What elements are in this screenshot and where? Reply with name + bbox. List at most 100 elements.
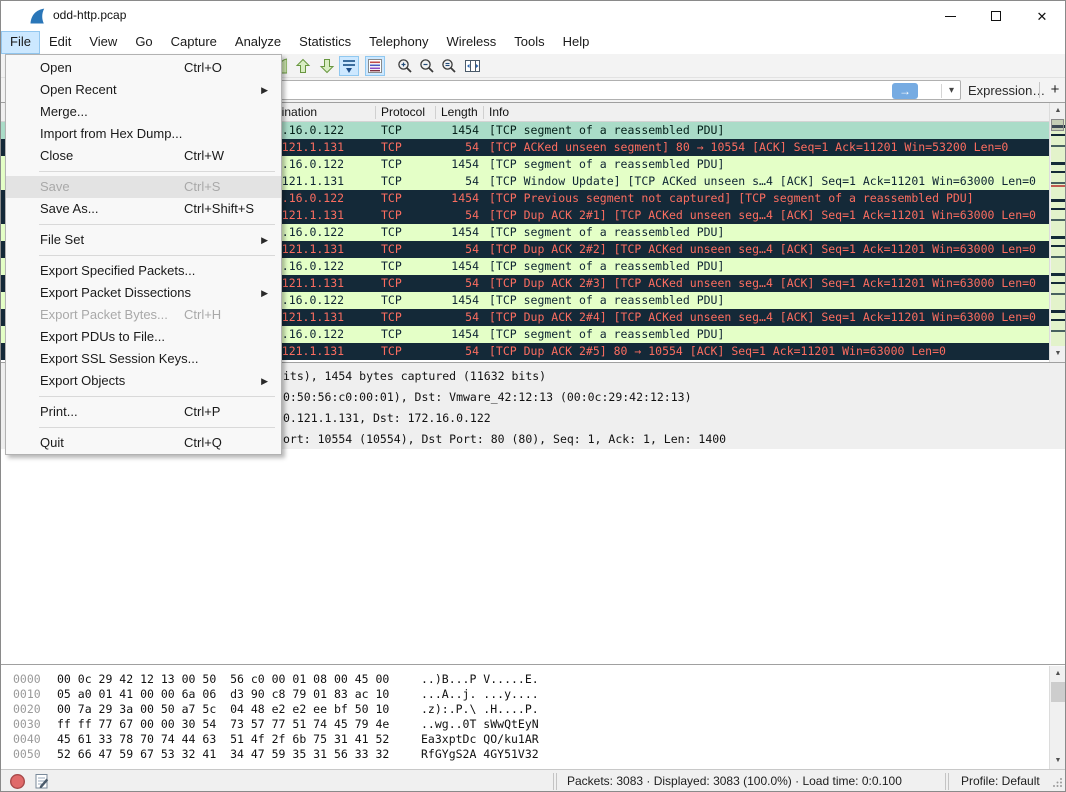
minimap-mark <box>1051 185 1065 187</box>
menu-item-label: Save As... <box>40 198 99 220</box>
cell-info: [TCP ACKed unseen segment] 80 → 10554 [A… <box>489 139 1050 156</box>
menu-wireless[interactable]: Wireless <box>437 31 505 54</box>
column-separator <box>375 106 376 119</box>
column-header-info[interactable]: Info <box>489 105 509 119</box>
cell-info: [TCP segment of a reassembled PDU] <box>489 156 1050 173</box>
menu-file[interactable]: File <box>1 31 40 54</box>
submenu-arrow-icon: ▶ <box>261 370 268 392</box>
title-bar: odd-http.pcap ✕ <box>1 1 1065 31</box>
profile-button[interactable]: Profile: Default <box>961 774 1040 788</box>
auto-scroll-icon[interactable] <box>339 56 359 76</box>
submenu-arrow-icon: ▶ <box>261 282 268 304</box>
menu-item-quit[interactable]: QuitCtrl+Q <box>6 432 281 454</box>
cell-info: [TCP segment of a reassembled PDU] <box>489 326 1050 343</box>
menu-item-export-specified-packets[interactable]: Export Specified Packets... <box>6 260 281 282</box>
scroll-down-icon[interactable]: ▼ <box>1050 346 1065 362</box>
hex-row[interactable]: 000000 0c 29 42 12 13 00 50 56 c0 00 01 … <box>1 672 1050 687</box>
menu-help[interactable]: Help <box>554 31 599 54</box>
add-filter-button[interactable]: + <box>1047 80 1063 100</box>
status-separator <box>945 773 949 790</box>
menu-item-open[interactable]: OpenCtrl+O <box>6 57 281 79</box>
cell-length: 1454 <box>431 326 479 343</box>
maximize-icon[interactable] <box>973 1 1019 31</box>
menu-go[interactable]: Go <box>126 31 161 54</box>
colorize-icon[interactable] <box>365 56 385 76</box>
menu-item-label: Export SSL Session Keys... <box>40 348 198 370</box>
menu-statistics[interactable]: Statistics <box>290 31 360 54</box>
cell-protocol: TCP <box>381 224 402 241</box>
column-header-protocol[interactable]: Protocol <box>381 105 425 119</box>
menu-item-export-packet-dissections[interactable]: Export Packet Dissections▶ <box>6 282 281 304</box>
menu-telephony[interactable]: Telephony <box>360 31 437 54</box>
cell-length: 1454 <box>431 292 479 309</box>
menu-item-print[interactable]: Print...Ctrl+P <box>6 401 281 423</box>
cell-info: [TCP Dup ACK 2#4] [TCP ACKed unseen seg…… <box>489 309 1050 326</box>
hex-bytes: 00 0c 29 42 12 13 00 50 56 c0 00 01 08 0… <box>57 672 389 687</box>
menu-view[interactable]: View <box>80 31 126 54</box>
expression-button[interactable]: Expression… <box>968 83 1045 98</box>
cell-length: 54 <box>431 275 479 292</box>
cell-length: 54 <box>431 309 479 326</box>
menu-item-export-packet-bytes: Export Packet Bytes...Ctrl+H <box>6 304 281 326</box>
scroll-thumb[interactable] <box>1051 682 1065 702</box>
menu-item-save-as[interactable]: Save As...Ctrl+Shift+S <box>6 198 281 220</box>
cell-protocol: TCP <box>381 122 402 139</box>
resize-grip[interactable] <box>1052 777 1063 791</box>
packet-list-scrollbar[interactable]: ▲ ▼ <box>1049 103 1065 362</box>
menu-item-import-from-hex-dump[interactable]: Import from Hex Dump... <box>6 123 281 145</box>
menu-item-export-pdus-to-file[interactable]: Export PDUs to File... <box>6 326 281 348</box>
hex-scrollbar[interactable]: ▲ ▼ <box>1049 666 1065 770</box>
column-header-length[interactable]: Length <box>441 105 478 119</box>
hex-offset: 0030 <box>13 717 41 732</box>
hex-row[interactable]: 001005 a0 01 41 00 00 6a 06 d3 90 c8 79 … <box>1 687 1050 702</box>
menu-item-export-objects[interactable]: Export Objects▶ <box>6 370 281 392</box>
cell-info: [TCP Dup ACK 2#2] [TCP ACKed unseen seg…… <box>489 241 1050 258</box>
expert-info-icon[interactable] <box>9 773 26 790</box>
menu-item-label: Save <box>40 176 70 198</box>
resize-columns-icon[interactable] <box>462 56 482 76</box>
intelligent-scrollbar-minimap[interactable] <box>1051 119 1065 346</box>
menu-item-file-set[interactable]: File Set ▶ <box>6 229 281 251</box>
menu-edit[interactable]: Edit <box>40 31 80 54</box>
menu-item-label: File Set <box>40 229 84 251</box>
detail-tree-row[interactable]: 0.121.1.131, Dst: 172.16.0.122 <box>283 408 491 429</box>
zoom-out-icon[interactable] <box>417 56 437 76</box>
hex-row[interactable]: 002000 7a 29 3a 00 50 a7 5c 04 48 e2 e2 … <box>1 702 1050 717</box>
menu-item-shortcut: Ctrl+S <box>184 176 220 198</box>
minimize-icon[interactable] <box>927 1 973 31</box>
submenu-arrow-icon: ▶ <box>261 229 268 251</box>
apply-filter-icon[interactable]: → <box>892 83 918 99</box>
hex-row[interactable]: 0030ff ff 77 67 00 00 30 54 73 57 77 51 … <box>1 717 1050 732</box>
capture-comment-icon[interactable] <box>33 773 50 790</box>
menu-item-export-ssl-session-keys[interactable]: Export SSL Session Keys... <box>6 348 281 370</box>
cell-protocol: TCP <box>381 343 402 360</box>
detail-tree-row[interactable]: its), 1454 bytes captured (11632 bits) <box>283 366 546 387</box>
menu-capture[interactable]: Capture <box>162 31 226 54</box>
go-last-packet-icon[interactable] <box>317 56 337 76</box>
detail-tree-row[interactable]: 0:50:56:c0:00:01), Dst: Vmware_42:12:13 … <box>283 387 692 408</box>
detail-tree-row[interactable]: ort: 10554 (10554), Dst Port: 80 (80), S… <box>283 429 726 450</box>
go-first-packet-icon[interactable] <box>293 56 313 76</box>
zoom-reset-icon[interactable] <box>439 56 459 76</box>
hex-row[interactable]: 004045 61 33 78 70 74 44 63 51 4f 2f 6b … <box>1 732 1050 747</box>
menu-item-close[interactable]: CloseCtrl+W <box>6 145 281 167</box>
scroll-up-icon[interactable]: ▲ <box>1050 103 1065 119</box>
menu-tools[interactable]: Tools <box>505 31 553 54</box>
minimap-viewport[interactable] <box>1051 119 1064 131</box>
menu-item-open-recent[interactable]: Open Recent▶ <box>6 79 281 101</box>
hex-row[interactable]: 005052 66 47 59 67 53 32 41 34 47 59 35 … <box>1 747 1050 762</box>
submenu-arrow-icon: ▶ <box>261 79 268 101</box>
hex-ascii: ..wg..0T sWwQtEyN <box>421 717 539 732</box>
cell-protocol: TCP <box>381 258 402 275</box>
cell-length: 1454 <box>431 122 479 139</box>
scroll-down-icon[interactable]: ▼ <box>1050 753 1066 769</box>
menu-item-shortcut: Ctrl+Q <box>184 432 222 454</box>
menu-analyze[interactable]: Analyze <box>226 31 290 54</box>
hex-ascii: .z):.P.\ .H....P. <box>421 702 539 717</box>
menu-item-merge[interactable]: Merge... <box>6 101 281 123</box>
zoom-in-icon[interactable] <box>395 56 415 76</box>
menu-separator <box>6 423 281 432</box>
close-icon[interactable]: ✕ <box>1019 1 1065 31</box>
scroll-up-icon[interactable]: ▲ <box>1050 666 1066 682</box>
dropdown-caret-icon[interactable]: ▾ <box>941 84 954 98</box>
